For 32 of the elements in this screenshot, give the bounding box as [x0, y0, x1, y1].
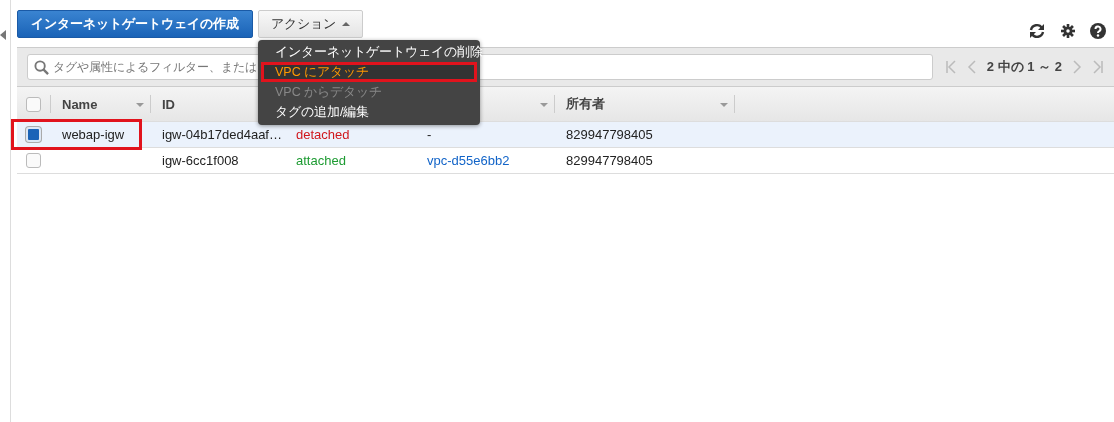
status-text: detached — [296, 127, 350, 142]
table-cell: igw-6cc1f008 — [162, 153, 239, 168]
status-text: attached — [296, 153, 346, 168]
sort-caret-icon[interactable] — [136, 103, 144, 107]
menu-item[interactable]: VPC にアタッチ — [261, 62, 477, 82]
menu-item[interactable]: タグの追加/編集 — [258, 102, 480, 122]
table-cell: 829947798405 — [566, 127, 653, 142]
actions-button[interactable]: アクション — [258, 10, 363, 38]
pagination-text: 2 中の 1 ～ 2 — [986, 58, 1062, 76]
column-header[interactable]: Name — [62, 96, 98, 112]
vpc-link[interactable]: vpc-d55e6bb2 — [427, 153, 510, 168]
sort-caret-icon[interactable] — [540, 103, 548, 107]
select-all-checkbox[interactable] — [26, 96, 41, 112]
next-page-icon[interactable] — [1071, 59, 1083, 75]
help-icon[interactable] — [1090, 23, 1106, 39]
table-cell: webap-igw — [62, 127, 125, 142]
create-button[interactable]: インターネットゲートウェイの作成 — [17, 10, 253, 38]
table-cell: igw-04b17ded4aaf… — [162, 127, 282, 142]
search-icon — [34, 59, 49, 75]
table-row[interactable]: igw-6cc1f008 attached vpc-d55e6bb2 829947798405 — [17, 148, 1114, 174]
column-header[interactable]: 所有者 — [566, 95, 605, 113]
sort-caret-icon[interactable] — [720, 103, 728, 107]
refresh-icon[interactable] — [1028, 23, 1046, 39]
collapse-arrow-icon[interactable] — [0, 30, 6, 40]
last-page-icon[interactable] — [1092, 59, 1104, 75]
first-page-icon[interactable] — [944, 59, 957, 75]
table-cell: - — [427, 127, 432, 142]
table-cell: 829947798405 — [566, 153, 653, 168]
column-header[interactable]: ID — [162, 96, 175, 112]
previous-page-icon[interactable] — [965, 59, 978, 75]
row-checkbox[interactable] — [26, 153, 41, 168]
settings-icon[interactable] — [1061, 24, 1075, 38]
